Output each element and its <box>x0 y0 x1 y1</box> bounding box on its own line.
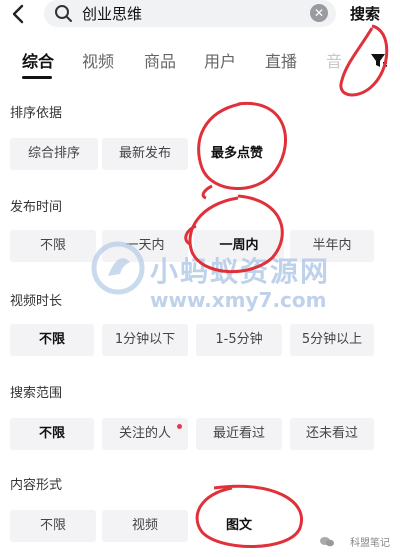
back-button[interactable] <box>8 2 30 26</box>
section-label-duration: 视频时长 <box>10 294 63 309</box>
tab-users[interactable]: 用户 <box>204 48 236 72</box>
tab-general[interactable]: 综合 <box>22 48 54 72</box>
section-label-scope: 搜索范围 <box>10 386 63 401</box>
option-content-any[interactable]: 不限 <box>10 510 96 542</box>
option-scope-followed[interactable]: 关注的人 <box>102 418 188 450</box>
tab-music[interactable]: 音 <box>326 48 342 72</box>
option-scope-any[interactable]: 不限 <box>10 418 94 450</box>
option-duration-1-5[interactable]: 1-5分钟 <box>196 324 282 356</box>
option-content-image-text[interactable]: 图文 <box>196 510 282 542</box>
tab-bar: 综合 视频 商品 用户 直播 音 <box>0 40 400 80</box>
option-sort-general[interactable]: 综合排序 <box>10 138 98 170</box>
option-sort-latest[interactable]: 最新发布 <box>102 138 188 170</box>
chevron-left-icon <box>12 4 24 24</box>
section-label-publish-time: 发布时间 <box>10 200 63 215</box>
tab-video[interactable]: 视频 <box>82 48 114 72</box>
watermark-logo-icon <box>91 241 145 295</box>
search-input[interactable]: 创业思维 ✕ <box>44 0 336 27</box>
section-label-sort: 排序依据 <box>10 106 63 121</box>
option-content-video[interactable]: 视频 <box>102 510 188 542</box>
search-icon <box>55 5 72 22</box>
option-duration-under-1[interactable]: 1分钟以下 <box>102 324 188 356</box>
option-sort-most-liked[interactable]: 最多点赞 <box>194 138 280 170</box>
wechat-icon <box>320 537 334 547</box>
tab-live[interactable]: 直播 <box>265 48 297 72</box>
section-label-content-type: 内容形式 <box>10 478 63 493</box>
top-bar: 创业思维 ✕ 搜索 <box>0 0 400 30</box>
search-query: 创业思维 <box>82 5 143 23</box>
tab-goods[interactable]: 商品 <box>144 48 176 72</box>
search-button[interactable]: 搜索 <box>350 3 380 24</box>
option-duration-over-5[interactable]: 5分钟以上 <box>290 324 374 356</box>
option-time-any[interactable]: 不限 <box>10 230 96 262</box>
filter-icon[interactable] <box>370 52 388 70</box>
option-scope-unseen[interactable]: 还未看过 <box>290 418 374 450</box>
watermark-title: 小蚂蚁资源网 <box>150 255 331 288</box>
clear-icon[interactable]: ✕ <box>310 4 328 22</box>
option-scope-recent[interactable]: 最近看过 <box>196 418 282 450</box>
watermark-url: www.xmy7.com <box>150 288 327 312</box>
brand-label: 科盟笔记 <box>350 538 390 549</box>
tab-underline <box>22 76 52 79</box>
option-duration-any[interactable]: 不限 <box>10 324 94 356</box>
